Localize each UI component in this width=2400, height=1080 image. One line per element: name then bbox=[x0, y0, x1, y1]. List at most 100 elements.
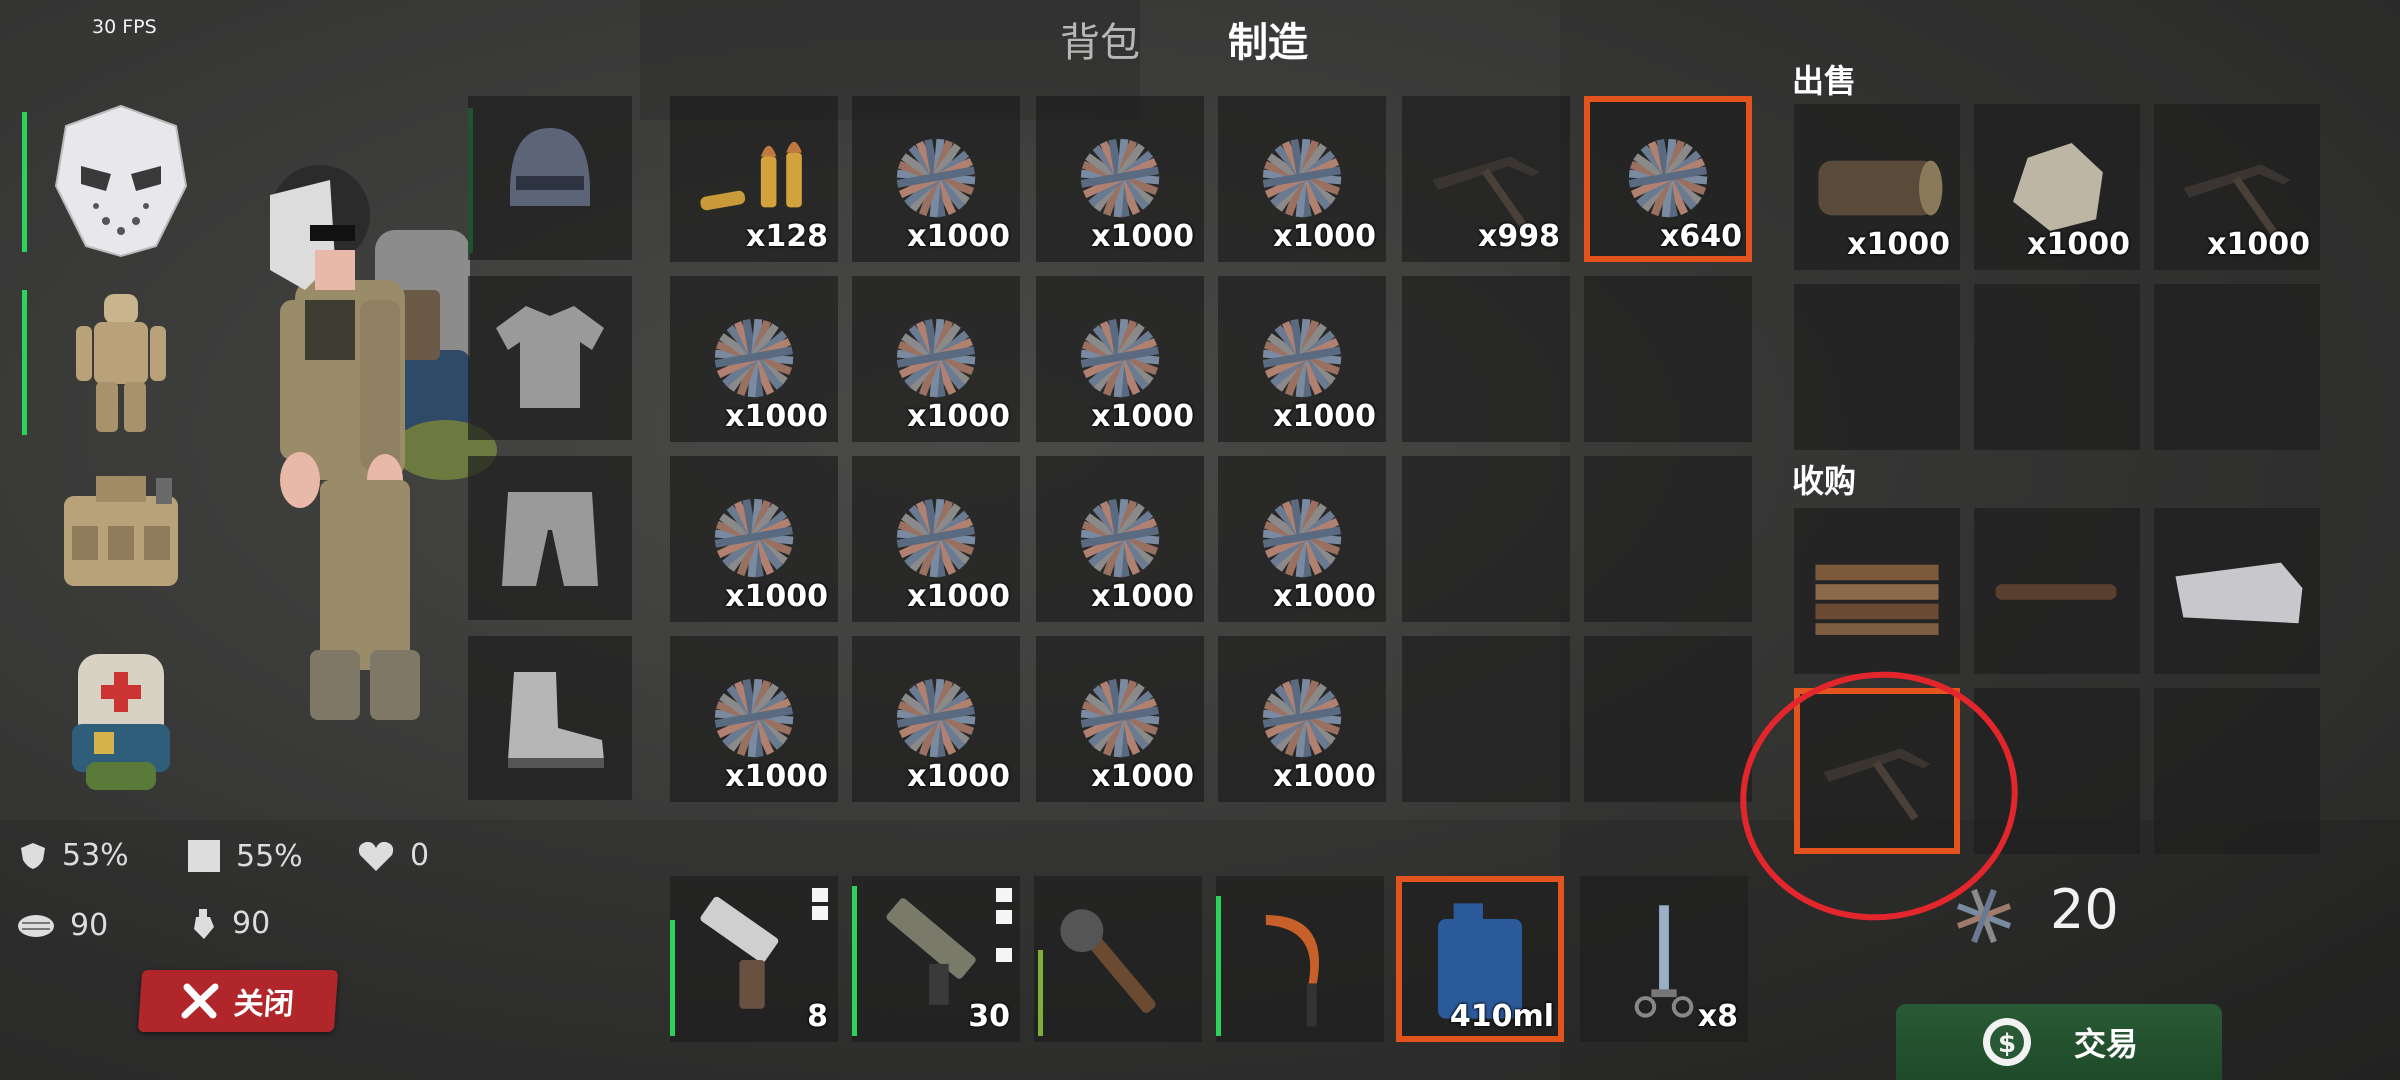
equip-slot-backpack[interactable] bbox=[36, 636, 206, 806]
inventory-slot[interactable]: x1000 bbox=[852, 276, 1020, 442]
tactical-vest-icon bbox=[64, 476, 178, 586]
inventory-slot[interactable]: x998 bbox=[1402, 96, 1570, 262]
sell-slot[interactable] bbox=[2154, 284, 2320, 450]
item-quantity: x1000 bbox=[725, 399, 828, 434]
hotbar-slot[interactable] bbox=[1034, 876, 1202, 1042]
stat-water: 90 bbox=[188, 906, 270, 941]
equip-slot-vest[interactable] bbox=[36, 456, 206, 626]
item-quantity: 30 bbox=[968, 999, 1010, 1034]
trade-label: 交易 bbox=[2073, 1025, 2138, 1063]
stat-health: 0 bbox=[356, 838, 429, 873]
inventory-slot[interactable]: x1000 bbox=[852, 456, 1020, 622]
inventory-slot[interactable]: x1000 bbox=[1218, 636, 1386, 802]
magazine-indicator bbox=[996, 888, 1012, 902]
pipe-icon bbox=[1995, 584, 2117, 600]
clothing-slot-legs[interactable] bbox=[468, 456, 632, 620]
tab-crafting[interactable]: 制造 bbox=[1228, 10, 1308, 68]
buy-slot[interactable] bbox=[2154, 508, 2320, 674]
inventory-slot[interactable]: x1000 bbox=[1036, 456, 1204, 622]
hotbar-slot[interactable]: x8 bbox=[1580, 876, 1748, 1042]
inventory-slot[interactable] bbox=[1584, 636, 1752, 802]
coverage-value: 55% bbox=[236, 838, 303, 874]
square-icon bbox=[188, 840, 220, 872]
sickle-icon bbox=[1265, 915, 1319, 1027]
sell-slot[interactable]: x1000 bbox=[2154, 104, 2320, 270]
character-model bbox=[270, 165, 497, 720]
item-quantity: x1000 bbox=[1091, 759, 1194, 794]
inventory-slot[interactable]: x1000 bbox=[1036, 636, 1204, 802]
item-quantity: x1000 bbox=[1847, 227, 1950, 262]
inventory-slot[interactable] bbox=[1584, 276, 1752, 442]
armor-value: 53% bbox=[62, 838, 129, 873]
inventory-slot[interactable]: x1000 bbox=[1218, 276, 1386, 442]
stat-coverage: 55% bbox=[186, 838, 303, 874]
tab-backpack[interactable]: 背包 bbox=[1060, 10, 1140, 68]
buy-slot[interactable] bbox=[1794, 508, 1960, 674]
spiked-club-icon bbox=[1060, 909, 1156, 1013]
buy-slot[interactable] bbox=[1974, 688, 2140, 854]
shield-icon bbox=[21, 842, 45, 869]
inventory-slot[interactable]: x1000 bbox=[670, 276, 838, 442]
item-quantity: x1000 bbox=[1091, 579, 1194, 614]
inventory-slot[interactable] bbox=[1402, 276, 1570, 442]
planks-icon bbox=[1815, 564, 1939, 635]
close-icon bbox=[181, 983, 219, 1019]
close-button[interactable]: 关闭 bbox=[137, 970, 339, 1032]
price-value: 20 bbox=[2050, 878, 2119, 941]
food-icon bbox=[18, 914, 54, 937]
item-quantity: x640 bbox=[1660, 219, 1742, 254]
sell-slot[interactable] bbox=[1794, 284, 1960, 450]
item-quantity: x1000 bbox=[907, 219, 1010, 254]
durability-bar bbox=[22, 112, 27, 252]
inventory-slot[interactable]: x1000 bbox=[1218, 96, 1386, 262]
equip-slot-suit[interactable] bbox=[36, 276, 206, 446]
stat-armor: 53% bbox=[18, 838, 129, 873]
item-quantity: x1000 bbox=[1091, 219, 1194, 254]
clothing-slot-feet[interactable] bbox=[468, 636, 632, 800]
clothing-slot-body[interactable] bbox=[468, 276, 632, 440]
medic-backpack-icon bbox=[72, 654, 170, 790]
hotbar-slot[interactable]: 410ml bbox=[1396, 876, 1564, 1042]
tab-bar: 背包 制造 bbox=[1060, 10, 1308, 68]
inventory-slot[interactable] bbox=[1402, 456, 1570, 622]
sell-slot[interactable]: x1000 bbox=[1974, 104, 2140, 270]
svg-text:$: $ bbox=[1998, 1029, 2016, 1059]
buy-slot[interactable] bbox=[1974, 508, 2140, 674]
buy-slot[interactable] bbox=[2154, 688, 2320, 854]
buy-slot[interactable] bbox=[1794, 688, 1960, 854]
inventory-slot[interactable]: x1000 bbox=[852, 96, 1020, 262]
food-value: 90 bbox=[70, 908, 109, 943]
sell-slot[interactable]: x1000 bbox=[1794, 104, 1960, 270]
buy-title: 收购 bbox=[1792, 462, 1857, 500]
inventory-slot[interactable]: x128 bbox=[670, 96, 838, 262]
heart-icon bbox=[358, 841, 394, 871]
inventory-slot[interactable]: x1000 bbox=[852, 636, 1020, 802]
bottle-icon bbox=[194, 908, 214, 939]
pickaxe-icon bbox=[1823, 748, 1931, 821]
durability-bar bbox=[22, 290, 27, 435]
hotbar-slot[interactable]: 30 bbox=[852, 876, 1020, 1042]
hotbar-slot[interactable] bbox=[1216, 876, 1384, 1042]
equip-slot-mask[interactable] bbox=[36, 96, 206, 266]
clothing-slot-head[interactable] bbox=[468, 96, 632, 260]
item-quantity: 8 bbox=[807, 999, 828, 1034]
item-quantity: x998 bbox=[1478, 219, 1560, 254]
inventory-slot[interactable] bbox=[1584, 456, 1752, 622]
magazine-indicator bbox=[812, 906, 828, 920]
inventory-slot[interactable]: x640 bbox=[1584, 96, 1752, 262]
durability-bar bbox=[852, 886, 857, 1036]
item-quantity: x1000 bbox=[2207, 227, 2310, 262]
durability-bar bbox=[670, 920, 675, 1036]
inventory-slot[interactable]: x1000 bbox=[670, 456, 838, 622]
inventory-slot[interactable] bbox=[1402, 636, 1570, 802]
fps-counter: 30 FPS bbox=[92, 16, 157, 38]
inventory-slot[interactable]: x1000 bbox=[670, 636, 838, 802]
durability-bar bbox=[1216, 896, 1221, 1036]
sell-slot[interactable] bbox=[1974, 284, 2140, 450]
inventory-slot[interactable]: x1000 bbox=[1218, 456, 1386, 622]
trade-button[interactable]: $ 交易 bbox=[1896, 1004, 2222, 1080]
item-quantity: x1000 bbox=[1273, 579, 1376, 614]
inventory-slot[interactable]: x1000 bbox=[1036, 276, 1204, 442]
inventory-slot[interactable]: x1000 bbox=[1036, 96, 1204, 262]
item-quantity: x1000 bbox=[1273, 759, 1376, 794]
